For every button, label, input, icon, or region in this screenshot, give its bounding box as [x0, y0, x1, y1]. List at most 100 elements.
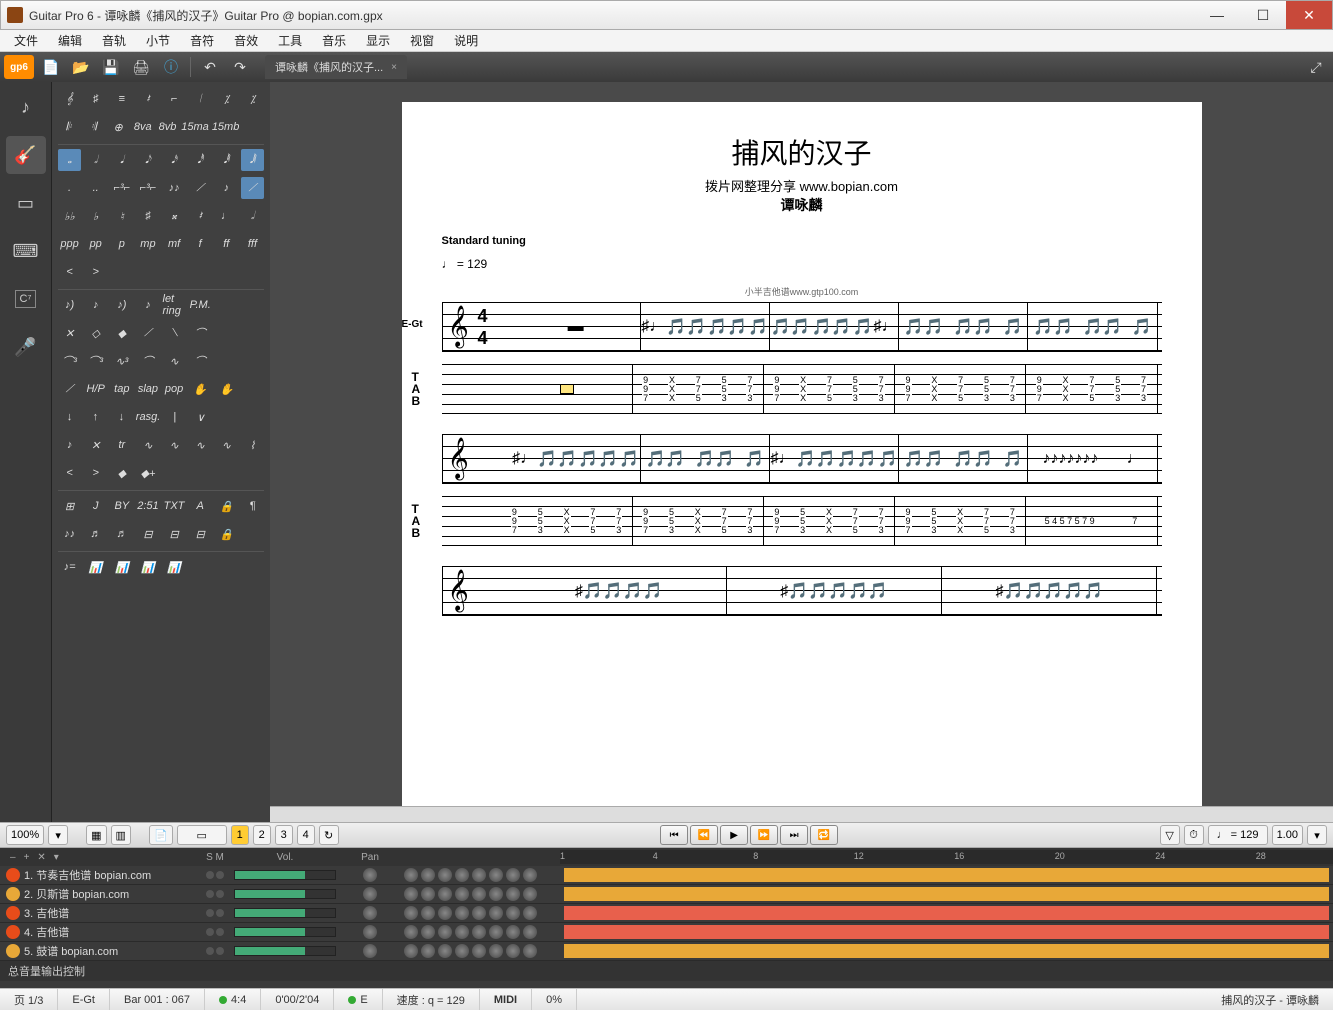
loop-icon[interactable]: 🔁 [810, 825, 838, 845]
speed-display[interactable]: 1.00 [1272, 825, 1303, 845]
song-title: 捕风的汉子 [442, 132, 1162, 172]
track-row[interactable]: 1. 节奏吉他谱 bopian.com [0, 866, 1333, 885]
menu-note[interactable]: 音符 [180, 30, 224, 51]
app-icon [7, 7, 23, 23]
master-track[interactable]: 总音量输出控制 [0, 961, 1333, 981]
left-sidebar: ♪ 🎸 ▭ ⌨ C⁷ 🎤 [0, 82, 52, 822]
edit-row-harm: ✕◇◆⟋⟍⌒ [58, 322, 264, 344]
guitar-mode-icon[interactable]: 🎸 [6, 136, 46, 174]
edit-row-dot: ...⌐³⌐⌐³⌐♪♪⟋♪⟋ [58, 177, 264, 199]
tempo-display[interactable]: ♩ = 129 [1208, 825, 1268, 845]
effects-mode-icon[interactable]: ▭ [6, 184, 46, 222]
edit-row-trem: ↓↑↓rasg.|∨ [58, 406, 264, 428]
mic-mode-icon[interactable]: 🎤 [6, 328, 46, 366]
menu-tools[interactable]: 工具 [268, 30, 312, 51]
edit-row-clef: 𝄞♯≡𝄽⌐𝄀⁒⁒ [58, 88, 264, 110]
metronome-icon[interactable]: ▽ [1160, 825, 1180, 845]
page-1-button[interactable]: 1 [231, 825, 249, 845]
staff-notation[interactable]: 𝄞 ♯♩🎵🎵🎵🎵🎵 🎵🎵🎵🎵🎵 ♯♩🎵🎵🎵🎵🎵 🎵🎵🎵🎵🎵 ♪♪♪♪♪♪♪♩ [442, 434, 1162, 484]
track-row[interactable]: 4. 吉他谱 [0, 923, 1333, 942]
time-signature: 44 [478, 305, 488, 349]
menu-help[interactable]: 说明 [444, 30, 488, 51]
playback-controls: ⏮ ⏪ ▶ ⏩ ⏭ 🔁 [660, 825, 838, 845]
page-3-button[interactable]: 3 [275, 825, 293, 845]
edit-row-tap: ⟋H/Ptapslappop✋✋ [58, 378, 264, 400]
chord-mode-icon[interactable]: C⁷ [6, 280, 46, 318]
view-slider[interactable]: ▭ [177, 825, 227, 845]
tab-staff[interactable]: TAB 997553XXX775773 997553XXX775773 9975… [442, 496, 1162, 546]
rewind-icon[interactable]: ⏪ [690, 825, 718, 845]
forward-icon[interactable]: ⏩ [750, 825, 778, 845]
info-icon[interactable]: ⓘ [158, 55, 184, 79]
new-file-icon[interactable]: 📄 [38, 55, 64, 79]
staff-system-3: 𝄞 ♯🎵🎵🎵🎵 ♯🎵🎵🎵🎵🎵 ♯🎵🎵🎵🎵🎵 [442, 566, 1162, 616]
minimize-button[interactable]: — [1194, 1, 1240, 29]
view-mode-icon[interactable]: 📄 [149, 825, 173, 845]
status-key: E [334, 989, 382, 1010]
tab-label: 谭咏麟《捕风的汉子... [275, 59, 383, 75]
credit-label: 小半吉他谱www.gtp100.com [442, 285, 1162, 298]
open-file-icon[interactable]: 📂 [68, 55, 94, 79]
page-4-button[interactable]: 4 [297, 825, 315, 845]
staff-notation[interactable]: E-Gt 𝄞 44 ▬ ♯♩🎵🎵🎵🎵🎵 🎵🎵🎵🎵🎵♯♩ 🎵🎵🎵🎵🎵 🎵🎵🎵🎵🎵 [442, 302, 1162, 352]
edit-row-chord: ♪♪♬♬⊟⊟⊟🔒 [58, 523, 264, 545]
tab-staff[interactable]: TAB 997XXX775553773 997XXX775553773 997X… [442, 364, 1162, 414]
window-title: Guitar Pro 6 - 谭咏麟《捕风的汉子》Guitar Pro @ bo… [29, 7, 1194, 24]
page-2-button[interactable]: 2 [253, 825, 271, 845]
layout-horizontal-icon[interactable]: ▦ [86, 825, 106, 845]
menu-view[interactable]: 显示 [356, 30, 400, 51]
first-icon[interactable]: ⏮ [660, 825, 688, 845]
menu-file[interactable]: 文件 [4, 30, 48, 51]
close-button[interactable]: ✕ [1286, 1, 1332, 29]
print-icon[interactable]: 🖨 [128, 55, 154, 79]
edit-row-text: ⊞JBY2:51TXTA🔒¶ [58, 495, 264, 517]
zoom-select[interactable]: 100% [6, 825, 44, 845]
track-row[interactable]: 3. 吉他谱 [0, 904, 1333, 923]
status-timesig: 4:4 [205, 989, 261, 1010]
save-icon[interactable]: 💾 [98, 55, 124, 79]
tab-close-icon[interactable]: × [391, 62, 397, 73]
menu-music[interactable]: 音乐 [312, 30, 356, 51]
maximize-button[interactable]: ☐ [1240, 1, 1286, 29]
status-time: 0'00/2'04 [261, 989, 334, 1010]
staff-notation[interactable]: 𝄞 ♯🎵🎵🎵🎵 ♯🎵🎵🎵🎵🎵 ♯🎵🎵🎵🎵🎵 [442, 566, 1162, 616]
undo-icon[interactable]: ↶ [197, 55, 223, 79]
edit-row-dyn: ppppppmpmfffffff [58, 233, 264, 255]
main-toolbar: gp6 📄 📂 💾 🖨 ⓘ ↶ ↷ 谭咏麟《捕风的汉子... × ⤢ [0, 52, 1333, 82]
status-page: 页 1/3 [0, 989, 58, 1010]
fullscreen-icon[interactable]: ⤢ [1303, 55, 1329, 79]
last-icon[interactable]: ⏭ [780, 825, 808, 845]
redo-icon[interactable]: ↷ [227, 55, 253, 79]
menu-edit[interactable]: 编辑 [48, 30, 92, 51]
menu-bar: 文件 编辑 音轨 小节 音符 音效 工具 音乐 显示 视窗 说明 [0, 30, 1333, 52]
window-titlebar: Guitar Pro 6 - 谭咏麟《捕风的汉子》Guitar Pro @ bo… [0, 0, 1333, 30]
speed-down-icon[interactable]: ▾ [1307, 825, 1327, 845]
track-row[interactable]: 2. 贝斯谱 bopian.com [0, 885, 1333, 904]
countdown-icon[interactable]: ⏱ [1184, 825, 1204, 845]
edit-row-grace: ♪)♪♪)♪let ringP.M. [58, 294, 264, 316]
layout-vertical-icon[interactable]: ▥ [111, 825, 131, 845]
keyboard-mode-icon[interactable]: ⌨ [6, 232, 46, 270]
menu-effect[interactable]: 音效 [224, 30, 268, 51]
edit-row-cresc: <> [58, 261, 264, 283]
menu-track[interactable]: 音轨 [92, 30, 136, 51]
zoom-down-icon[interactable]: ▾ [48, 825, 68, 845]
status-bar: 页 1/3 E-Gt Bar 001 : 067 4:4 0'00/2'04 E… [0, 988, 1333, 1010]
staff-system-1: E-Gt 𝄞 44 ▬ ♯♩🎵🎵🎵🎵🎵 🎵🎵🎵🎵🎵♯♩ 🎵🎵🎵🎵🎵 🎵🎵🎵🎵🎵 [442, 302, 1162, 414]
note-mode-icon[interactable]: ♪ [6, 88, 46, 126]
treble-clef-icon: 𝄞 [448, 569, 469, 612]
menu-bar-item[interactable]: 小节 [136, 30, 180, 51]
status-midi: MIDI [480, 989, 532, 1010]
menu-window[interactable]: 视窗 [400, 30, 444, 51]
track-row[interactable]: 5. 鼓谱 bopian.com [0, 942, 1333, 961]
document-tab[interactable]: 谭咏麟《捕风的汉子... × [265, 55, 407, 79]
staff-system-2: 𝄞 ♯♩🎵🎵🎵🎵🎵 🎵🎵🎵🎵🎵 ♯♩🎵🎵🎵🎵🎵 🎵🎵🎵🎵🎵 ♪♪♪♪♪♪♪♩ T… [442, 434, 1162, 546]
status-track: E-Gt [58, 989, 110, 1010]
play-icon[interactable]: ▶ [720, 825, 748, 845]
edit-row-notes: 𝅝𝅗𝅥𝅘𝅥𝅘𝅥𝅮𝅘𝅥𝅯𝅘𝅥𝅰𝅘𝅥𝅱𝅘𝅥𝅲 [58, 149, 264, 171]
score-scroll[interactable]: 捕风的汉子 拨片网整理分享 www.bopian.com 谭咏麟 Standar… [270, 82, 1333, 806]
refresh-icon[interactable]: ↻ [319, 825, 339, 845]
horizontal-scrollbar[interactable] [270, 806, 1333, 822]
gp6-logo[interactable]: gp6 [4, 55, 34, 79]
song-subtitle: 拨片网整理分享 www.bopian.com [442, 176, 1162, 195]
